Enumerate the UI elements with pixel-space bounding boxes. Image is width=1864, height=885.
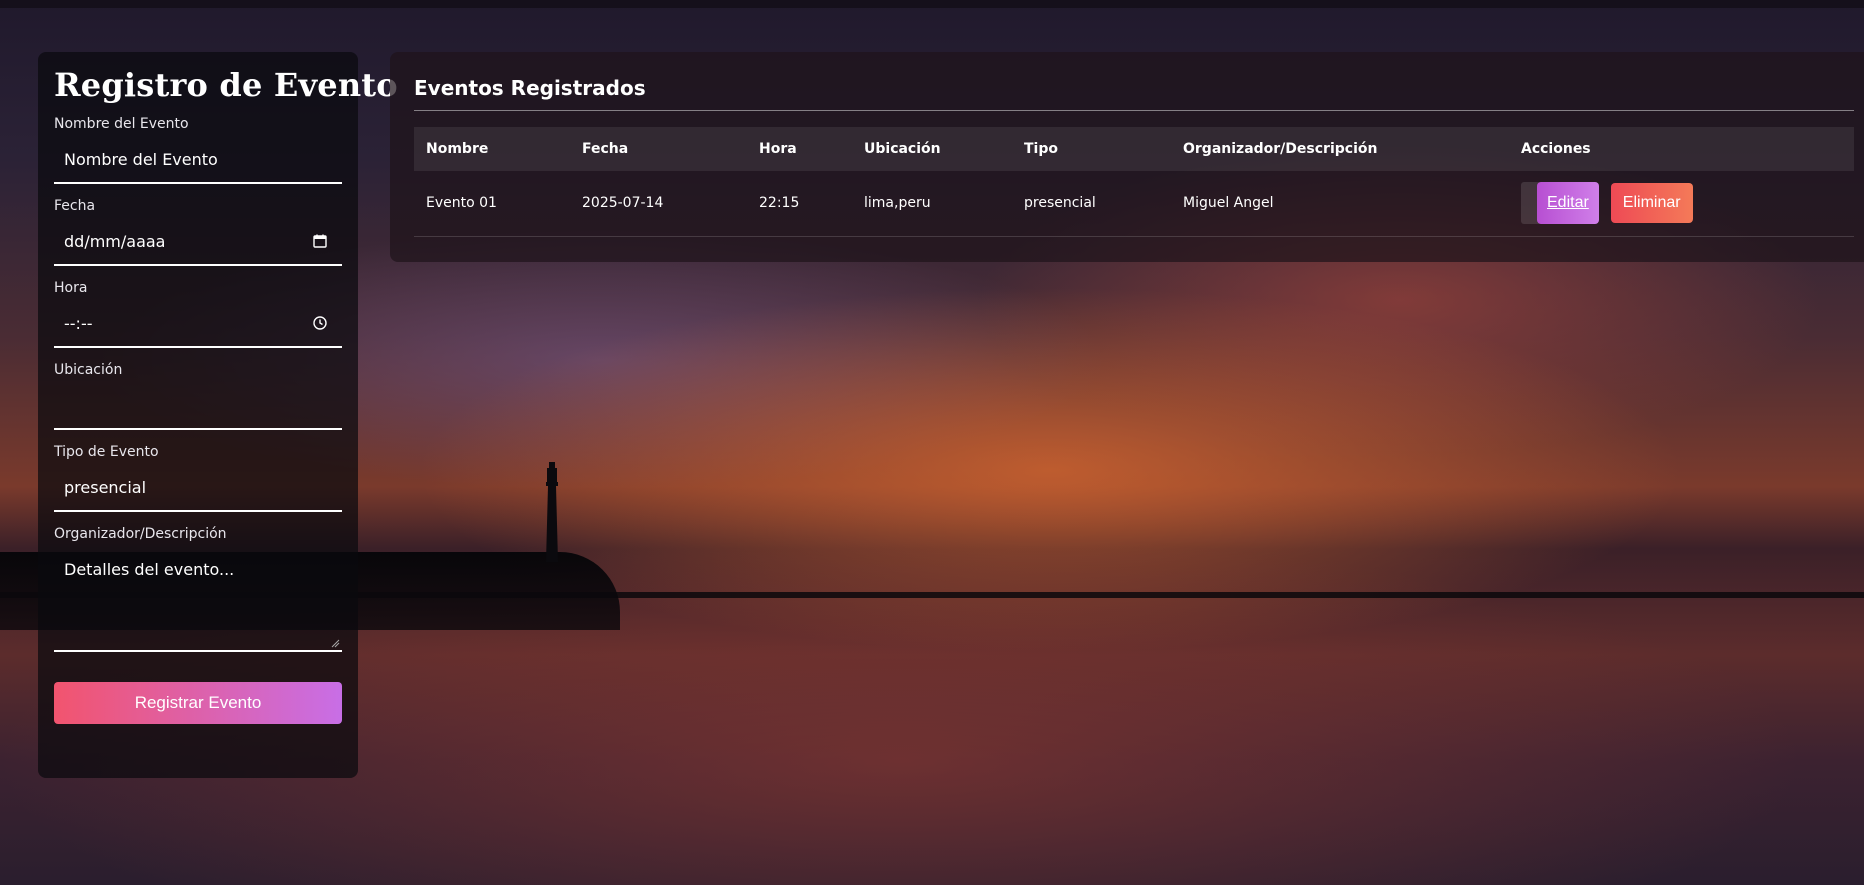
nombre-label: Nombre del Evento [54, 116, 189, 132]
column-header-descripcion: Organizador/Descripción [1183, 141, 1378, 157]
cell-nombre: Evento 01 [414, 171, 570, 237]
descripcion-field-wrap [54, 548, 342, 652]
column-header-hora: Hora [759, 141, 797, 157]
events-table: Nombre Fecha Hora Ubicación Tipo Organiz… [414, 127, 1854, 237]
tipo-field-wrap [54, 466, 342, 512]
fecha-input[interactable] [54, 220, 342, 262]
ubicacion-field-wrap [54, 384, 342, 430]
cell-hora: 22:15 [747, 171, 852, 237]
cell-acciones: Editar Eliminar [1509, 171, 1854, 237]
delete-event-button[interactable]: Eliminar [1610, 183, 1693, 224]
nombre-field-wrap [54, 138, 342, 184]
descripcion-textarea[interactable] [54, 548, 342, 648]
tipo-input[interactable] [54, 466, 342, 508]
cell-fecha: 2025-07-14 [570, 171, 747, 237]
background-lighthouse [546, 462, 558, 562]
event-form-panel: Registro de Evento Nombre del Evento Fec… [38, 52, 398, 778]
clock-icon[interactable] [312, 315, 328, 331]
events-table-panel: Eventos Registrados Nombre Fecha Hora Ub… [390, 52, 1864, 262]
hora-input[interactable] [54, 302, 342, 344]
column-header-ubicacion: Ubicación [864, 141, 941, 157]
cell-descripcion: Miguel Angel [1171, 171, 1509, 237]
ubicacion-label: Ubicación [54, 362, 123, 378]
fecha-label: Fecha [54, 198, 96, 214]
table-row: Evento 01 2025-07-14 22:15 lima,peru pre… [414, 171, 1854, 237]
column-header-nombre: Nombre [426, 141, 489, 157]
hora-label: Hora [54, 280, 88, 296]
cell-ubicacion: lima,peru [852, 171, 1012, 237]
column-header-acciones: Acciones [1521, 141, 1591, 157]
calendar-icon[interactable] [312, 233, 328, 249]
top-bar [0, 0, 1864, 8]
events-table-title: Eventos Registrados [414, 76, 1854, 111]
form-title: Registro de Evento [54, 66, 398, 104]
ubicacion-input[interactable] [54, 384, 342, 426]
edit-event-button[interactable]: Editar [1537, 182, 1599, 225]
fecha-field-wrap [54, 220, 342, 266]
descripcion-label: Organizador/Descripción [54, 526, 227, 542]
hora-field-wrap [54, 302, 342, 348]
cell-tipo: presencial [1012, 171, 1171, 237]
tipo-label: Tipo de Evento [54, 444, 159, 460]
register-event-button[interactable]: Registrar Evento [54, 682, 342, 724]
column-header-fecha: Fecha [582, 141, 629, 157]
table-header-row: Nombre Fecha Hora Ubicación Tipo Organiz… [414, 127, 1854, 171]
resize-handle-icon[interactable] [330, 638, 340, 648]
column-header-tipo: Tipo [1024, 141, 1058, 157]
nombre-input[interactable] [54, 138, 342, 180]
